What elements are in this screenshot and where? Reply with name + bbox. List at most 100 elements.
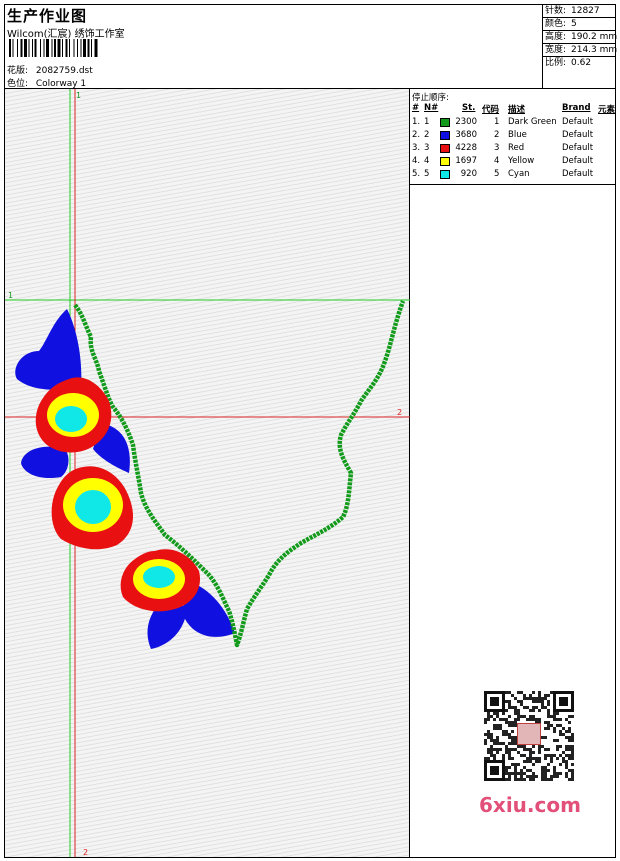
color-swatch: [440, 131, 450, 140]
qr-module: [493, 727, 496, 730]
qr-module: [568, 736, 571, 739]
row-needle: 1: [424, 117, 430, 127]
row-number: 2.: [412, 130, 421, 140]
qr-module: [547, 694, 550, 697]
qr-module: [529, 694, 532, 697]
qr-module: [538, 697, 541, 700]
qr-module: [550, 757, 553, 760]
barcode-bar: [65, 39, 68, 57]
row-brand: Default: [562, 130, 594, 140]
qr-module: [523, 778, 526, 781]
qr-module: [559, 754, 562, 757]
qr-module: [514, 769, 517, 772]
qr-module: [571, 715, 574, 718]
qr-module: [490, 754, 493, 757]
qr-module: [571, 775, 574, 778]
qr-module: [493, 754, 496, 757]
colorway-label: 色位:: [7, 79, 29, 89]
qr-module: [514, 772, 517, 775]
qr-module: [490, 751, 493, 754]
qr-module: [511, 748, 514, 751]
qr-module: [520, 715, 523, 718]
barcode-bar: [28, 39, 30, 57]
qr-module: [544, 736, 547, 739]
qr-module: [547, 700, 550, 703]
qr-module: [538, 751, 541, 754]
col-brand: Brand: [562, 103, 591, 113]
qr-module: [523, 715, 526, 718]
qr-module: [517, 763, 520, 766]
qr-module: [547, 754, 550, 757]
qr-module: [487, 757, 490, 760]
qr-module: [568, 769, 571, 772]
qr-module: [511, 706, 514, 709]
qr-module: [523, 754, 526, 757]
embroidery-preview: 1 1 2 2: [5, 89, 410, 857]
qr-module: [544, 775, 547, 778]
design-canvas[interactable]: 1 1 2 2: [5, 89, 410, 857]
qr-module: [556, 724, 559, 727]
qr-module: [559, 730, 562, 733]
qr-module: [571, 757, 574, 760]
qr-module: [547, 721, 550, 724]
barcode-bar: [43, 39, 45, 57]
qr-module: [544, 727, 547, 730]
flower-middle: [51, 466, 133, 550]
color-swatch: [440, 118, 450, 127]
qr-module: [538, 748, 541, 751]
qr-module: [556, 718, 559, 721]
qr-module: [499, 724, 502, 727]
stat-label: 颜色:: [545, 19, 567, 29]
legend-row[interactable]: 1. 1 2300 1 Dark Green Default: [410, 117, 615, 130]
qr-module: [490, 745, 493, 748]
qr-module: [508, 703, 511, 706]
col-no: N#: [424, 103, 439, 113]
qr-module: [541, 697, 544, 700]
qr-module: [562, 751, 565, 754]
qr-module: [571, 733, 574, 736]
qr-module: [532, 697, 535, 700]
qr-module: [517, 715, 520, 718]
guide-label-h2: 2: [397, 408, 402, 417]
qr-module: [505, 733, 508, 736]
qr-module: [526, 697, 529, 700]
qr-module: [532, 751, 535, 754]
qr-module: [517, 772, 520, 775]
qr-module: [538, 709, 541, 712]
qr-module: [529, 769, 532, 772]
qr-module: [565, 775, 568, 778]
qr-module: [541, 775, 544, 778]
qr-module: [559, 733, 562, 736]
qr-module: [517, 718, 520, 721]
qr-module: [505, 769, 508, 772]
guide-label-v2: 2: [83, 848, 88, 857]
stat-stitches: 针数: 12827: [543, 5, 615, 18]
barcode-bar: [62, 39, 63, 57]
legend-row[interactable]: 5. 5 920 5 Cyan Default: [410, 169, 615, 182]
qr-module: [508, 721, 511, 724]
legend-row[interactable]: 4. 4 1697 4 Yellow Default: [410, 156, 615, 169]
qr-module: [499, 748, 502, 751]
qr-module: [541, 772, 544, 775]
qr-module: [553, 730, 556, 733]
barcode-icon: [9, 39, 98, 57]
col-desc: 描述: [508, 105, 526, 115]
qr-module: [553, 739, 556, 742]
qr-module: [496, 712, 499, 715]
qr-module: [505, 700, 508, 703]
qr-module: [547, 715, 550, 718]
barcode-bar: [80, 39, 82, 57]
qr-module: [487, 733, 490, 736]
qr-module: [523, 697, 526, 700]
qr-module: [511, 763, 514, 766]
legend-row[interactable]: 2. 2 3680 2 Blue Default: [410, 130, 615, 143]
stat-value: 190.2 mm: [571, 32, 618, 42]
legend-row[interactable]: 3. 3 4228 3 Red Default: [410, 143, 615, 156]
qr-module: [514, 748, 517, 751]
qr-module: [532, 706, 535, 709]
qr-module: [496, 715, 499, 718]
qr-module: [544, 748, 547, 751]
qr-module: [493, 712, 496, 715]
col-stitches: St.: [462, 103, 476, 113]
col-code: 代码: [482, 105, 500, 115]
